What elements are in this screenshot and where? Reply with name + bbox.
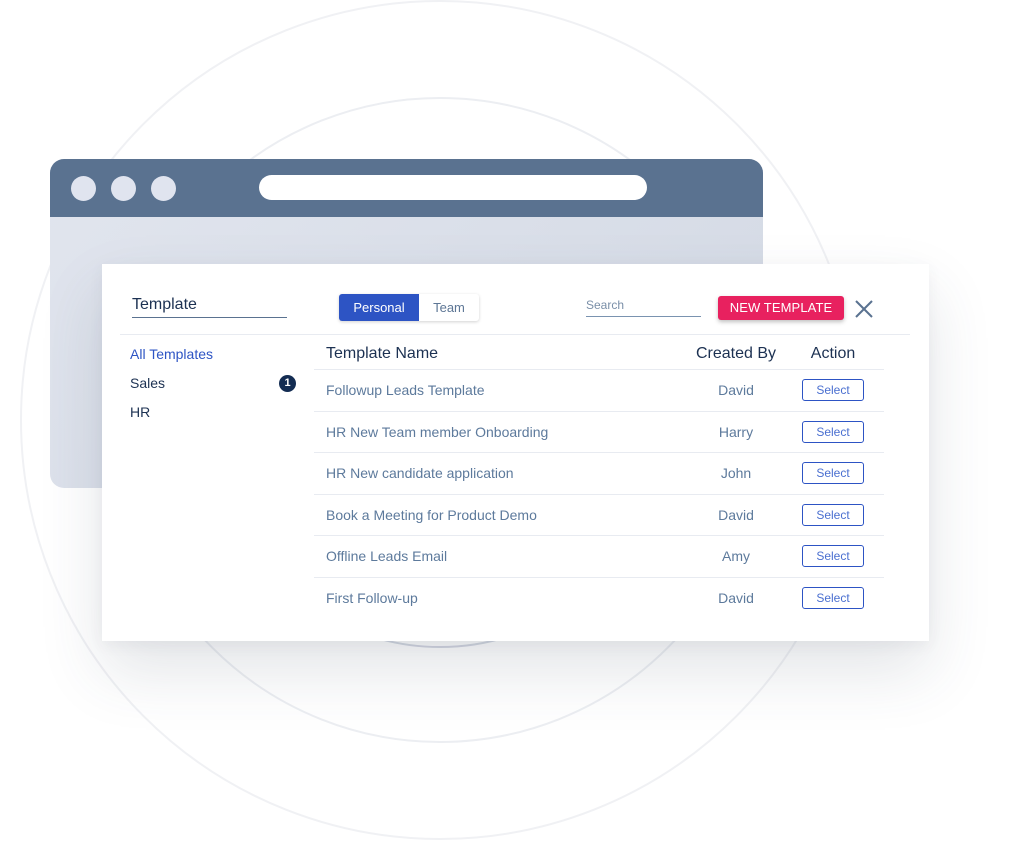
sidebar-item-hr[interactable]: HR: [130, 402, 300, 431]
search-input[interactable]: Search: [586, 297, 701, 317]
select-button[interactable]: Select: [802, 379, 864, 402]
table-row: Book a Meeting for Product Demo David Sele…: [314, 495, 884, 536]
close-icon[interactable]: [854, 299, 874, 319]
browser-title-bar: [50, 159, 763, 217]
template-picker-dialog: Template Personal Team Search NEW TEMPLA…: [102, 264, 929, 641]
created-by-cell: Amy: [722, 548, 750, 565]
table-header: Template Name Created By Action: [314, 342, 884, 370]
template-name-cell[interactable]: First Follow-up: [314, 590, 684, 606]
select-button[interactable]: Select: [802, 587, 864, 610]
template-name-cell[interactable]: HR New Team member Onboarding: [314, 424, 684, 440]
table-row: Followup Leads Template David Select: [314, 370, 884, 412]
column-header-created-by: Created By: [695, 345, 777, 362]
tab-personal[interactable]: Personal: [339, 294, 419, 321]
select-button[interactable]: Select: [802, 462, 864, 485]
created-by-cell: David: [718, 382, 754, 399]
table-body: Followup Leads Template David Select HR New…: [314, 370, 884, 619]
created-by-cell: Harry: [718, 423, 754, 440]
window-dot-icon: [111, 176, 136, 201]
category-sidebar: All Templates Sales 1 HR: [130, 344, 300, 431]
table-row: First Follow-up David Select: [314, 578, 884, 620]
sidebar-item-label: All Templates: [130, 346, 214, 362]
select-button[interactable]: Select: [802, 545, 864, 568]
action-cell: Select: [788, 462, 878, 485]
select-button[interactable]: Select: [802, 503, 864, 526]
templates-table: Template Name Created By Action Followup…: [314, 342, 884, 619]
action-cell: Select: [788, 420, 878, 443]
action-cell: Select: [788, 545, 878, 568]
template-name-cell[interactable]: Book a Meeting for Product Demo: [314, 507, 684, 523]
table-row: HR New Team member Onboarding Harry Select: [314, 412, 884, 453]
sidebar-item-label: HR: [130, 404, 151, 420]
table-row: HR New candidate application John Select: [314, 453, 884, 495]
sidebar-item-all-templates[interactable]: All Templates: [130, 344, 300, 373]
template-name-cell[interactable]: HR New candidate application: [314, 465, 684, 481]
window-dot-icon: [151, 176, 176, 201]
sidebar-item-label: Sales: [130, 375, 166, 391]
created-by-cell: David: [718, 590, 754, 607]
select-button[interactable]: Select: [802, 420, 864, 443]
created-by-cell: David: [718, 506, 754, 523]
column-header-action: Action: [810, 345, 856, 362]
new-template-button[interactable]: NEW TEMPLATE: [718, 296, 844, 320]
action-cell: Select: [788, 503, 878, 526]
sidebar-item-sales[interactable]: Sales 1: [130, 373, 300, 402]
template-name-cell[interactable]: Offline Leads Email: [314, 548, 684, 564]
url-bar: [259, 175, 647, 200]
tab-team[interactable]: Team: [419, 294, 479, 321]
created-by-cell: John: [720, 465, 752, 482]
table-row: Offline Leads Email Amy Select: [314, 536, 884, 578]
scope-toggle: Personal Team: [339, 294, 479, 321]
template-name-cell[interactable]: Followup Leads Template: [314, 382, 684, 398]
column-header-template-name: Template Name: [326, 345, 439, 362]
header-divider: [120, 334, 910, 335]
count-badge: 1: [279, 375, 296, 392]
template-title-input[interactable]: Template: [132, 294, 287, 318]
action-cell: Select: [788, 379, 878, 402]
action-cell: Select: [788, 587, 878, 610]
window-dot-icon: [71, 176, 96, 201]
